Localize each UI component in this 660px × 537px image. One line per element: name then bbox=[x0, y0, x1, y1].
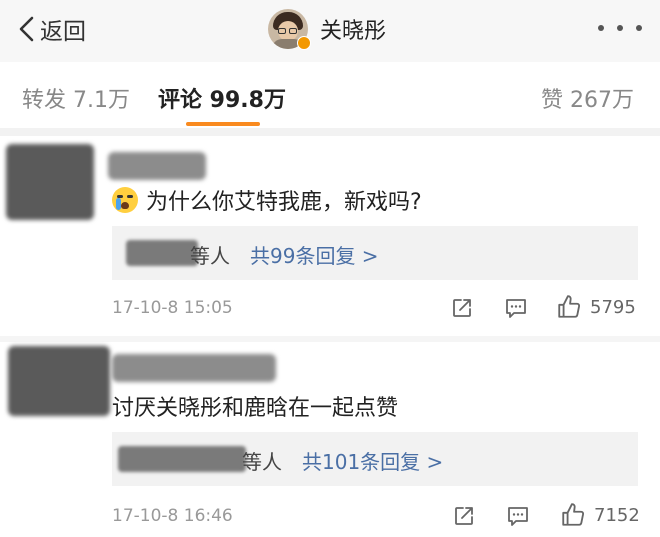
comment-timestamp: 17-10-8 15:05 bbox=[112, 298, 233, 318]
share-icon bbox=[453, 299, 471, 317]
reply-summary[interactable]: 等人 共99条回复 > bbox=[112, 226, 638, 280]
comment-item: 为什么你艾特我鹿，新戏吗? 等人 共99条回复 > 17-10-8 15:05 … bbox=[0, 136, 660, 336]
more-options-icon[interactable] bbox=[598, 14, 642, 42]
top-nav-bar: 返回 关晓彤 bbox=[0, 0, 660, 62]
comment-timestamp: 17-10-8 16:46 bbox=[112, 506, 233, 526]
user-profile-link[interactable]: 关晓彤 bbox=[268, 8, 386, 50]
tab-like[interactable]: 赞 267万 bbox=[541, 82, 634, 114]
like-button[interactable]: 7152 bbox=[560, 502, 640, 528]
chevron-left-icon bbox=[19, 16, 34, 42]
redacted-reply-names bbox=[126, 240, 198, 266]
like-button[interactable]: 5795 bbox=[556, 294, 636, 320]
thumbs-up-icon bbox=[562, 503, 585, 526]
redacted-avatar bbox=[6, 144, 94, 220]
redacted-reply-names bbox=[118, 446, 246, 472]
back-button[interactable]: 返回 bbox=[18, 12, 86, 46]
like-count: 5795 bbox=[590, 296, 636, 318]
comment-text: 讨厌关晓彤和鹿晗在一起点赞 bbox=[112, 390, 398, 422]
reply-summary[interactable]: 等人 共101条回复 > bbox=[112, 432, 638, 486]
comment-item: 讨厌关晓彤和鹿晗在一起点赞 等人 共101条回复 > 17-10-8 16:46… bbox=[0, 342, 660, 537]
username[interactable]: 关晓彤 bbox=[320, 13, 386, 45]
reply-people-label: 等人 bbox=[190, 244, 230, 268]
active-tab-indicator bbox=[186, 122, 260, 126]
comment-body: 为什么你艾特我鹿，新戏吗? bbox=[146, 190, 422, 215]
redacted-avatar bbox=[8, 346, 110, 416]
redacted-username bbox=[108, 152, 206, 180]
crying-face-icon bbox=[112, 187, 138, 213]
tab-bar: 转发 7.1万 评论 99.8万 赞 267万 bbox=[0, 62, 660, 134]
verified-badge-icon bbox=[297, 36, 311, 50]
comment-text: 为什么你艾特我鹿，新戏吗? bbox=[112, 184, 422, 216]
comment-bubble-icon bbox=[508, 507, 528, 526]
comment-button[interactable] bbox=[504, 296, 528, 320]
share-icon bbox=[455, 507, 473, 525]
like-count: 7152 bbox=[594, 504, 640, 526]
share-button[interactable] bbox=[450, 296, 474, 320]
view-replies-link[interactable]: 共101条回复 > bbox=[302, 446, 443, 475]
tab-repost[interactable]: 转发 7.1万 bbox=[22, 82, 130, 114]
tab-comment[interactable]: 评论 99.8万 bbox=[158, 82, 286, 114]
reply-people-label: 等人 bbox=[242, 450, 282, 474]
back-label: 返回 bbox=[40, 19, 86, 45]
share-button[interactable] bbox=[452, 504, 476, 528]
redacted-username bbox=[112, 354, 276, 382]
thumbs-up-icon bbox=[558, 295, 581, 318]
comment-button[interactable] bbox=[506, 504, 530, 528]
comment-body: 讨厌关晓彤和鹿晗在一起点赞 bbox=[112, 396, 399, 421]
view-replies-link[interactable]: 共99条回复 > bbox=[250, 240, 379, 269]
section-divider bbox=[0, 128, 660, 136]
comment-bubble-icon bbox=[506, 299, 526, 318]
